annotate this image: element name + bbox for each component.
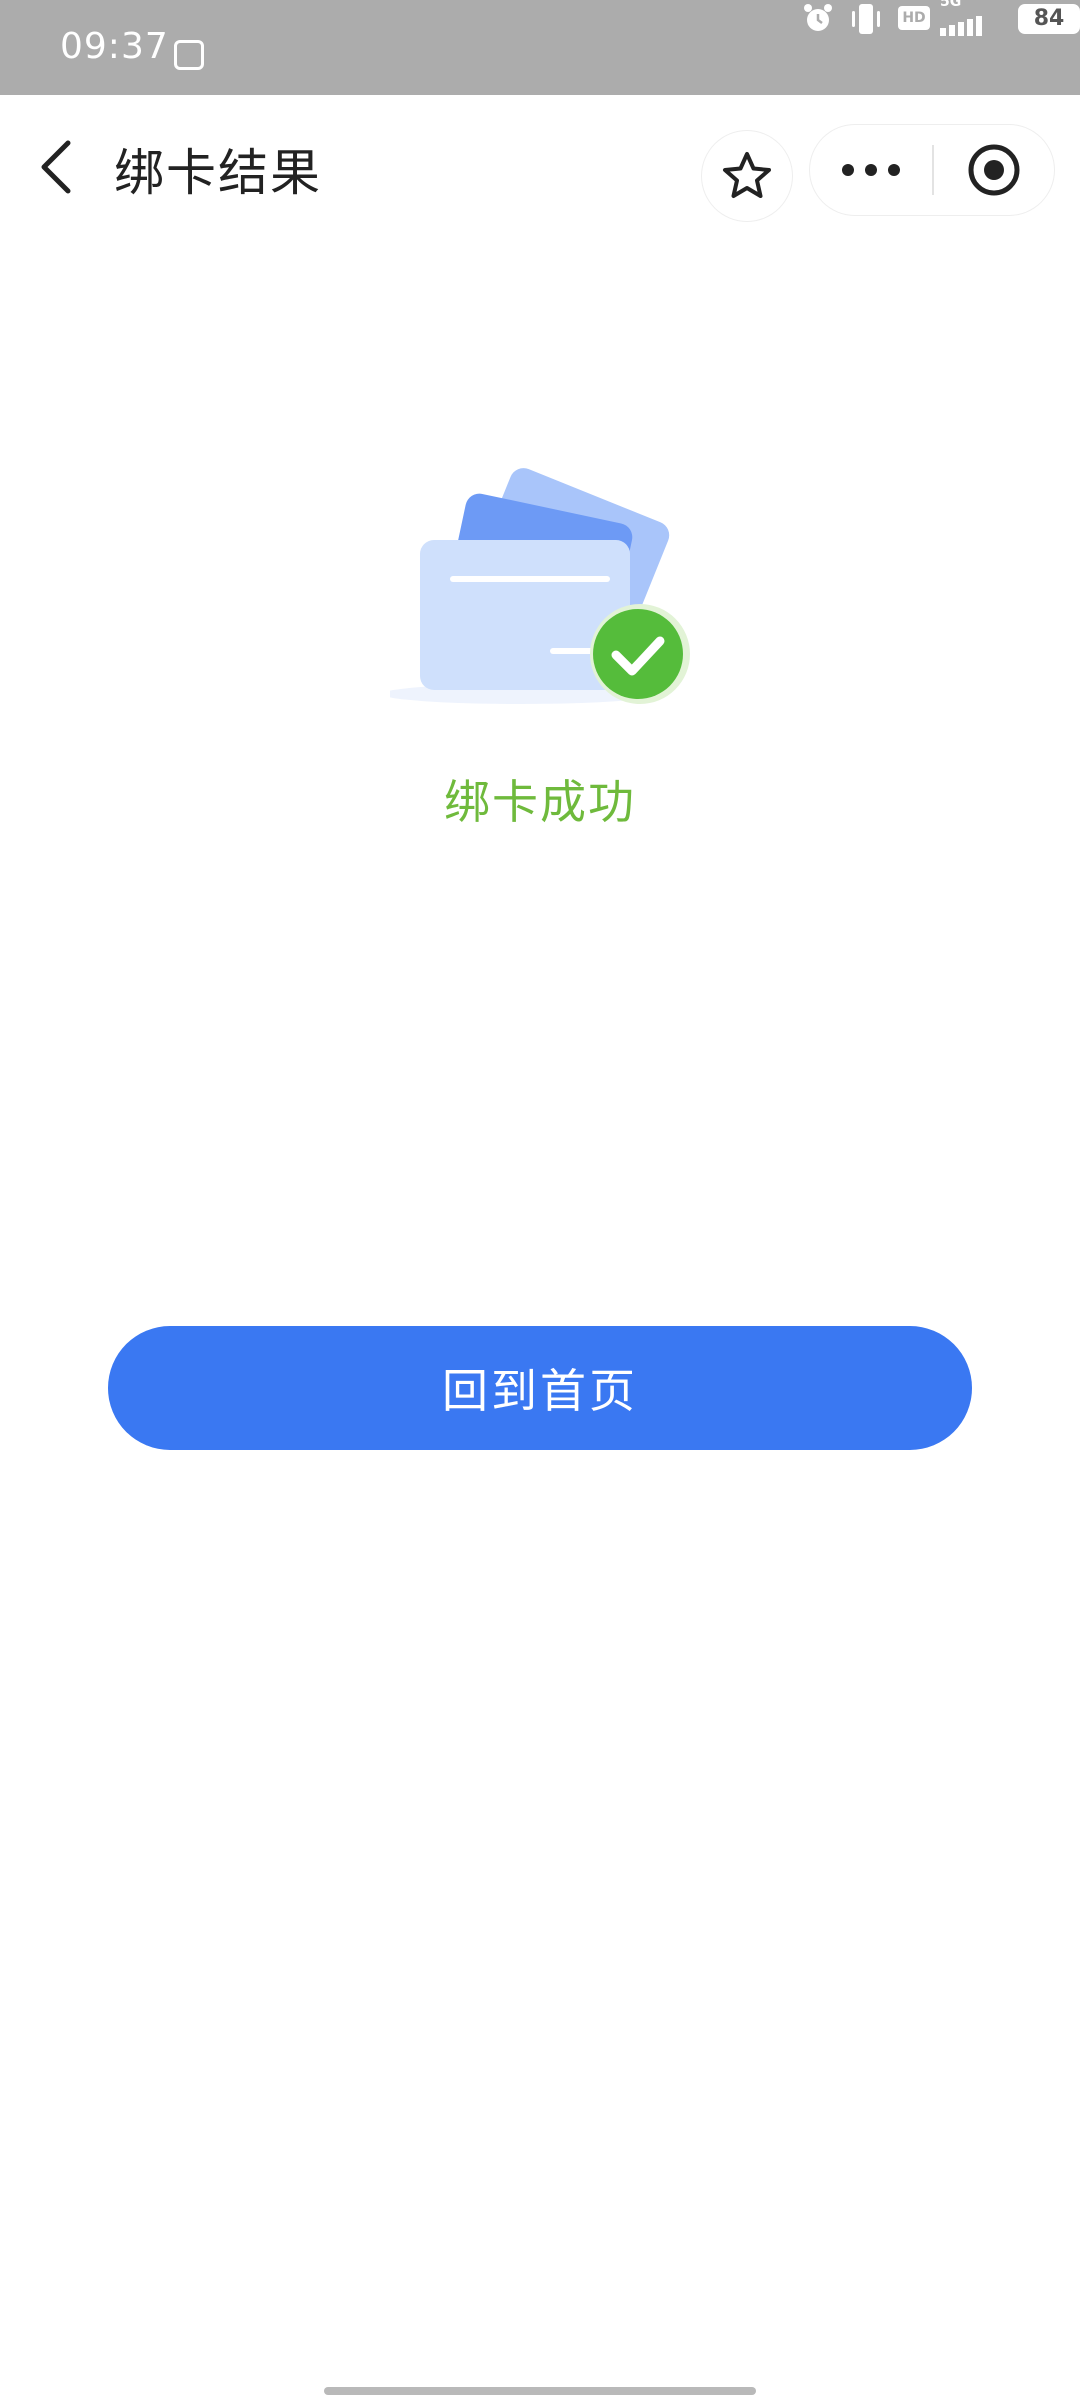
back-arrow-icon xyxy=(41,140,71,194)
favorite-button[interactable] xyxy=(702,131,792,221)
home-indicator[interactable] xyxy=(324,2387,756,2395)
back-to-home-button[interactable]: 回到首页 xyxy=(108,1326,972,1450)
success-message: 绑卡成功 xyxy=(444,775,636,829)
close-button[interactable] xyxy=(934,125,1054,215)
page-title: 绑卡结果 xyxy=(114,144,322,202)
app-notification-icon xyxy=(174,40,204,70)
vibrate-icon xyxy=(852,4,880,34)
status-time: 09:37 xyxy=(60,26,169,67)
status-bar: 09:37 HD 5G 84 xyxy=(0,0,1080,95)
more-dots-icon xyxy=(842,164,900,176)
network-label: 5G xyxy=(940,0,962,10)
hd-badge: HD xyxy=(898,6,930,30)
nav-bar: 绑卡结果 xyxy=(0,95,1080,240)
menu-capsule xyxy=(810,125,1054,215)
more-button[interactable] xyxy=(810,125,932,215)
card-success-icon xyxy=(390,468,690,704)
star-icon xyxy=(723,152,771,198)
battery-icon: 84 xyxy=(1018,4,1080,34)
back-button[interactable] xyxy=(30,135,82,199)
close-circle-icon xyxy=(968,144,1020,196)
alarm-icon xyxy=(804,4,832,31)
signal-icon: 5G xyxy=(940,0,994,36)
